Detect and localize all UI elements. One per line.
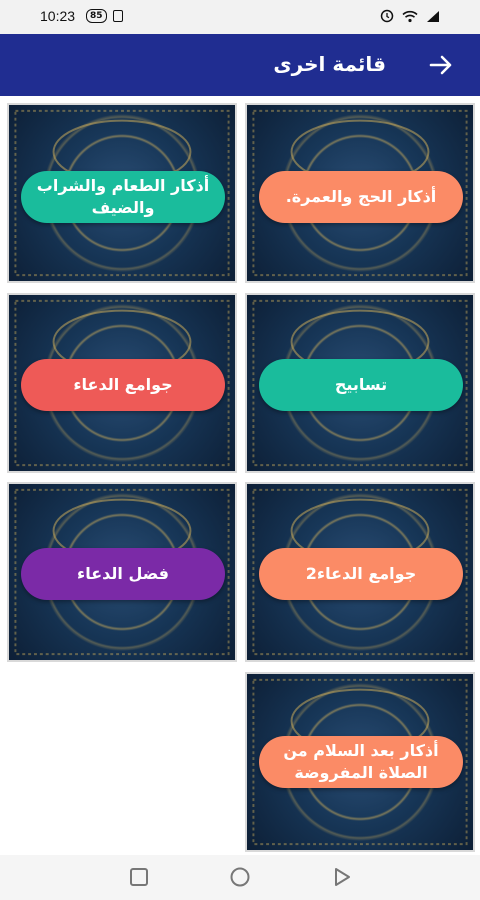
menu-card-label: تسابيح [259,359,463,411]
status-bar: 10:23 85 [0,0,480,34]
menu-card-label: جوامع الدعاء2 [259,548,463,600]
status-right-icons [380,9,440,23]
arrow-right-icon[interactable] [426,50,456,80]
menu-card-tasabih[interactable]: تسابيح [245,293,475,473]
app-toolbar: قائمة اخرى [0,34,480,96]
menu-card-label: جوامع الدعاء [21,359,225,411]
menu-card-label: أذكار الطعام والشراب والضيف [21,171,225,223]
status-left-icons: 85 [86,9,123,23]
menu-card-hajj[interactable]: أذكار الحج والعمرة. [245,103,475,283]
circle-icon[interactable] [229,866,251,888]
wifi-icon [402,10,418,22]
menu-card-fadl[interactable]: فضل الدعاء [7,482,237,662]
menu-card-jawami[interactable]: جوامع الدعاء [7,293,237,473]
menu-card-label: فضل الدعاء [21,548,225,600]
vibrate-icon [112,10,123,22]
system-nav-bar [0,855,480,900]
menu-card-food[interactable]: أذكار الطعام والشراب والضيف [7,103,237,283]
menu-card-label: أذكار بعد السلام من الصلاة المفروضة [259,736,463,788]
square-icon[interactable] [128,866,150,888]
status-time: 10:23 [40,8,76,24]
menu-card-label: أذكار الحج والعمرة. [259,171,463,223]
triangle-back-icon[interactable] [331,866,353,888]
menu-card-jawami-2[interactable]: جوامع الدعاء2 [245,482,475,662]
page-title: قائمة اخرى [273,52,386,76]
battery-level-badge: 85 [86,9,107,23]
alarm-icon [380,9,394,23]
menu-card-after-salam[interactable]: أذكار بعد السلام من الصلاة المفروضة [245,672,475,852]
signal-icon [427,10,439,22]
